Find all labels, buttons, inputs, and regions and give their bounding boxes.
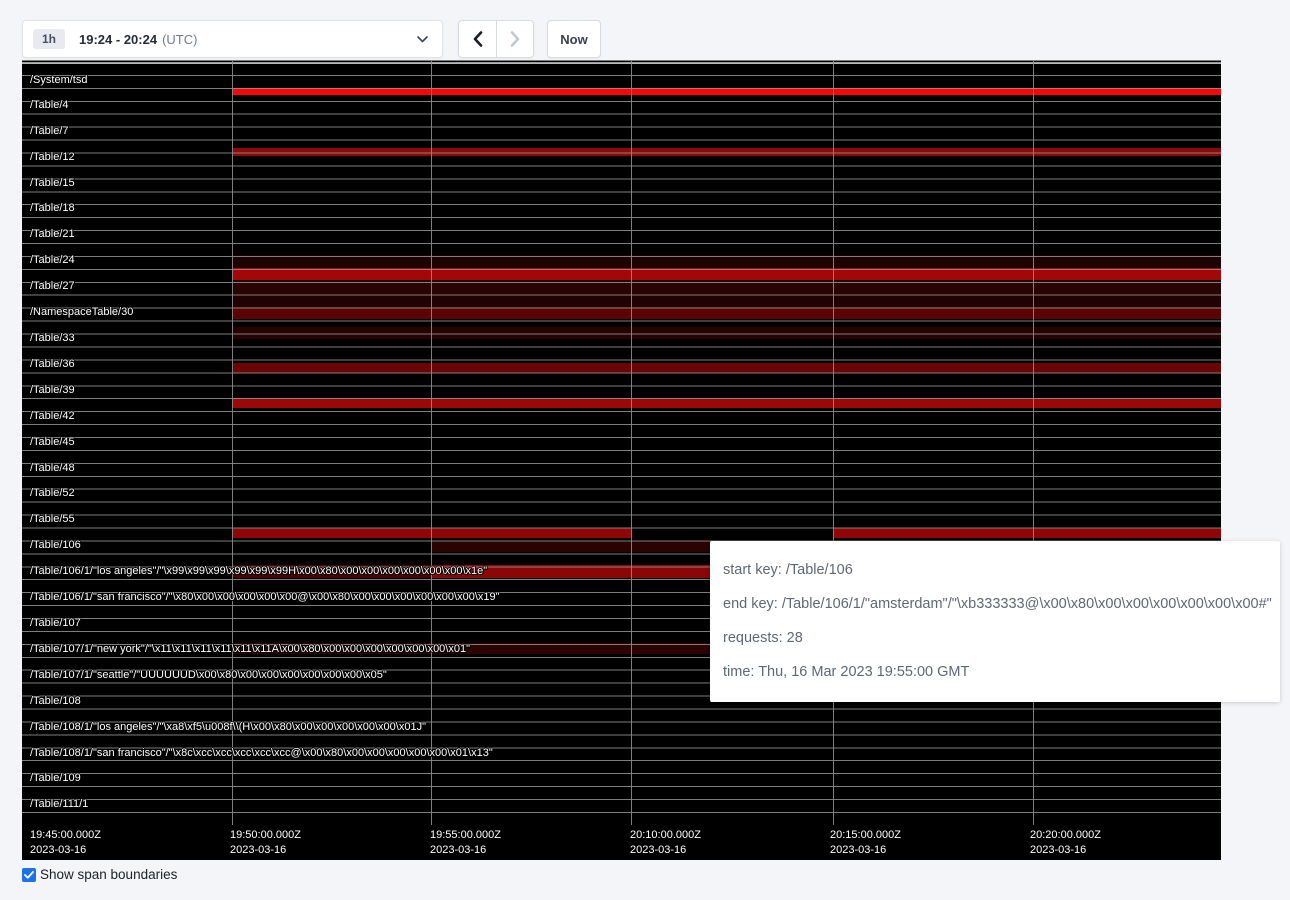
- span-key-label: /Table/7: [30, 125, 69, 137]
- axis-tick: 20:15:00.000Z 2023-03-16: [830, 828, 901, 858]
- span-key-label: /Table/12: [30, 151, 75, 163]
- footer-controls: Show span boundaries: [22, 867, 177, 882]
- time-gridline: [431, 60, 432, 825]
- heat-band: [232, 255, 1221, 268]
- span-key-label: /Table/27: [30, 280, 75, 292]
- time-axis: 19:45:00.000Z 2023-03-16 19:50:00.000Z 2…: [22, 825, 1221, 860]
- heat-band: [232, 281, 1221, 294]
- heatmap-area[interactable]: /System/tsd/Table/4/Table/7/Table/12/Tab…: [22, 60, 1221, 825]
- span-key-label: /Table/108: [30, 695, 81, 707]
- span-key-label: /Table/106/1/"san francisco"/"\x80\x00\x…: [30, 591, 500, 603]
- check-icon: [24, 871, 34, 879]
- span-key-label: /Table/111/1: [30, 798, 88, 810]
- time-gridline: [631, 60, 632, 825]
- span-key-label: /Table/4: [30, 99, 69, 111]
- heat-band: [833, 528, 1221, 538]
- range-duration-badge: 1h: [33, 29, 65, 49]
- axis-tick: 20:20:00.000Z 2023-03-16: [1030, 828, 1101, 858]
- span-key-label: /Table/109: [30, 772, 81, 784]
- axis-tick: 19:55:00.000Z 2023-03-16: [430, 828, 501, 858]
- span-key-label: /Table/108/1/"los angeles"/"\xa8\xf5\u00…: [30, 721, 426, 733]
- span-key-label: /Table/15: [30, 177, 75, 189]
- span-key-label: /Table/52: [30, 487, 75, 499]
- axis-tick: 20:10:00.000Z 2023-03-16: [630, 828, 701, 858]
- span-boundary-lines: [22, 60, 1221, 825]
- span-key-label: /Table/18: [30, 202, 75, 214]
- axis-tick-date: 2023-03-16: [1030, 843, 1101, 858]
- tooltip-line: end key: /Table/106/1/"amsterdam"/"\xb33…: [723, 594, 1266, 614]
- span-key-label: /Table/107/1/"new york"/"\x11\x11\x11\x1…: [30, 643, 470, 655]
- span-key-label: /System/tsd: [30, 74, 87, 86]
- axis-tick-date: 2023-03-16: [430, 843, 501, 858]
- chevron-left-icon: [473, 31, 483, 47]
- heat-band: [22, 62, 1221, 64]
- span-key-label: /Table/33: [30, 332, 75, 344]
- axis-tick-time: 20:20:00.000Z: [1030, 828, 1101, 843]
- tooltip-line: requests: 28: [723, 628, 1266, 648]
- key-visualizer-canvas[interactable]: /System/tsd/Table/4/Table/7/Table/12/Tab…: [22, 60, 1221, 860]
- span-key-label: /Table/39: [30, 384, 75, 396]
- axis-tick-time: 19:45:00.000Z: [30, 828, 101, 843]
- show-span-boundaries-label: Show span boundaries: [40, 867, 177, 882]
- span-key-label: /Table/106/1/"los angeles"/"\x99\x99\x99…: [30, 565, 487, 577]
- axis-tick-time: 19:55:00.000Z: [430, 828, 501, 843]
- heat-band: [232, 148, 1221, 156]
- time-range-dropdown[interactable]: 1h 19:24 - 20:24 (UTC): [22, 20, 443, 58]
- show-span-boundaries-checkbox[interactable]: [22, 868, 36, 882]
- previous-interval-button[interactable]: [458, 20, 496, 58]
- chevron-down-icon: [417, 36, 428, 43]
- tooltip-line: start key: /Table/106: [723, 560, 1266, 580]
- axis-tick-date: 2023-03-16: [830, 843, 901, 858]
- bucket-tooltip: start key: /Table/106 end key: /Table/106…: [710, 541, 1280, 702]
- heat-band: [232, 528, 631, 538]
- heat-band: [232, 363, 1221, 373]
- span-key-label: /Table/45: [30, 436, 75, 448]
- span-key-label: /Table/55: [30, 513, 75, 525]
- heat-band: [232, 398, 1221, 408]
- span-key-label: /Table/36: [30, 358, 75, 370]
- axis-tick: 19:50:00.000Z 2023-03-16: [230, 828, 301, 858]
- span-key-label: /Table/24: [30, 254, 75, 266]
- range-timezone: (UTC): [162, 32, 197, 47]
- heat-band: [232, 307, 1221, 319]
- axis-tick-date: 2023-03-16: [230, 843, 301, 858]
- heat-band: [232, 327, 1221, 339]
- span-key-label: /Table/42: [30, 410, 75, 422]
- axis-tick-time: 20:15:00.000Z: [830, 828, 901, 843]
- toolbar: 1h 19:24 - 20:24 (UTC) Now: [22, 20, 601, 58]
- span-key-label: /Table/21: [30, 228, 75, 240]
- span-key-label: /Table/107/1/"seattle"/"UUUUUUD\x00\x80\…: [30, 669, 387, 681]
- time-gridline: [232, 60, 233, 825]
- next-interval-button-disabled[interactable]: [496, 20, 534, 58]
- heat-band: [232, 268, 1221, 280]
- time-gridline: [1033, 60, 1034, 825]
- axis-tick-time: 20:10:00.000Z: [630, 828, 701, 843]
- now-button[interactable]: Now: [547, 20, 601, 58]
- axis-tick-date: 2023-03-16: [630, 843, 701, 858]
- axis-tick: 19:45:00.000Z 2023-03-16: [30, 828, 101, 858]
- span-key-label: /Table/107: [30, 617, 81, 629]
- range-label: 19:24 - 20:24: [79, 32, 157, 47]
- time-gridline: [833, 60, 834, 825]
- span-key-label: /NamespaceTable/30: [30, 306, 133, 318]
- time-nav-group: [458, 20, 534, 58]
- axis-tick-date: 2023-03-16: [30, 843, 101, 858]
- key-visualizer-page: 1h 19:24 - 20:24 (UTC) Now: [0, 0, 1290, 900]
- heat-band: [232, 294, 1221, 307]
- chevron-right-icon: [510, 31, 520, 47]
- span-key-label: /Table/106: [30, 539, 81, 551]
- span-key-label: /Table/108/1/"san francisco"/"\x8c\xcc\x…: [30, 747, 493, 759]
- span-key-label: /Table/48: [30, 462, 75, 474]
- heat-band: [232, 88, 1221, 95]
- tooltip-line: time: Thu, 16 Mar 2023 19:55:00 GMT: [723, 662, 1266, 682]
- axis-tick-time: 19:50:00.000Z: [230, 828, 301, 843]
